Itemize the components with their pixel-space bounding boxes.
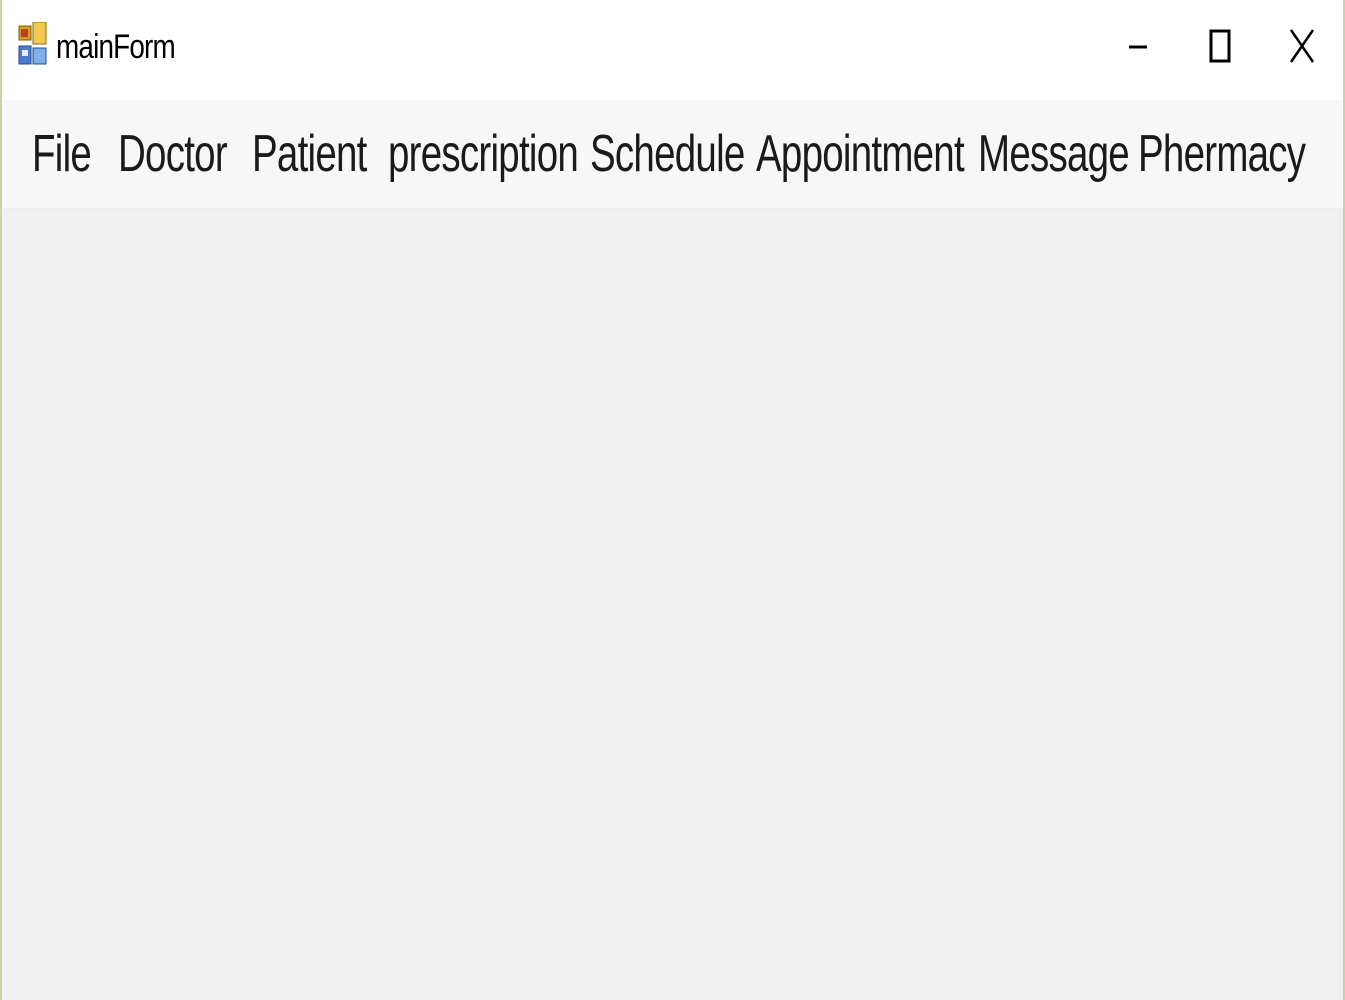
window-title: mainForm [56,28,176,66]
maximize-icon [1209,29,1231,63]
menu-item-doctor[interactable]: Doctor [118,122,228,186]
menu-item-file[interactable]: File [32,122,92,186]
menu-item-schedule[interactable]: Schedule [590,122,745,186]
menu-item-phermacy[interactable]: Phermacy [1138,122,1306,186]
menu-item-prescription[interactable]: prescription [388,122,579,186]
menu-item-message[interactable]: Message [978,122,1130,186]
close-icon [1289,29,1315,63]
minimize-icon [1129,45,1147,49]
main-form-window: mainForm File Doctor Patient prescriptio… [0,0,1345,1000]
close-button[interactable] [1262,0,1342,92]
menu-bar: File Doctor Patient prescription Schedul… [2,100,1343,209]
form-client-area [2,209,1343,1000]
menu-item-appointment[interactable]: Appointment [756,122,965,186]
minimize-button[interactable] [1098,0,1178,92]
menu-item-patient[interactable]: Patient [252,122,367,186]
title-bar[interactable]: mainForm [2,0,1343,100]
maximize-button[interactable] [1180,0,1260,92]
form-icon [18,22,47,65]
